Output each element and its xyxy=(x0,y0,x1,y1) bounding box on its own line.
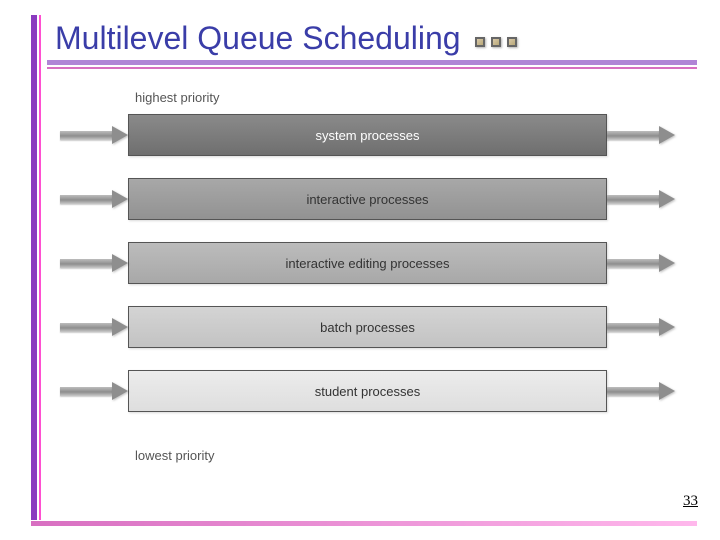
vertical-accent-pink xyxy=(39,15,41,520)
bottom-accent-bar xyxy=(31,521,697,526)
queue-row: batch processes xyxy=(60,304,675,350)
queue-label: interactive processes xyxy=(306,192,428,207)
queue-row: student processes xyxy=(60,368,675,414)
queue-row: system processes xyxy=(60,112,675,158)
lowest-priority-label: lowest priority xyxy=(135,448,214,463)
vertical-accent-purple xyxy=(31,15,37,520)
highest-priority-label: highest priority xyxy=(135,90,220,105)
title-underline-purple xyxy=(47,60,697,65)
arrow-out-icon xyxy=(607,385,675,397)
queue-box-interactive: interactive processes xyxy=(128,178,607,220)
arrow-out-icon xyxy=(607,129,675,141)
page-number: 33 xyxy=(683,493,698,510)
arrow-in-icon xyxy=(60,385,128,397)
queue-row: interactive processes xyxy=(60,176,675,222)
arrow-in-icon xyxy=(60,193,128,205)
queue-box-interactive-editing: interactive editing processes xyxy=(128,242,607,284)
arrow-in-icon xyxy=(60,129,128,141)
queue-list: system processes interactive processes xyxy=(60,112,675,432)
slide: Multilevel Queue Scheduling highest prio… xyxy=(0,0,720,540)
queue-label: batch processes xyxy=(320,320,415,335)
queue-row: interactive editing processes xyxy=(60,240,675,286)
queue-box-system: system processes xyxy=(128,114,607,156)
queue-label: interactive editing processes xyxy=(285,256,449,271)
title-bullets-icon xyxy=(475,37,517,47)
queue-label: system processes xyxy=(315,128,419,143)
arrow-in-icon xyxy=(60,321,128,333)
arrow-out-icon xyxy=(607,257,675,269)
slide-title: Multilevel Queue Scheduling xyxy=(55,20,461,57)
arrow-in-icon xyxy=(60,257,128,269)
arrow-out-icon xyxy=(607,321,675,333)
queue-box-student: student processes xyxy=(128,370,607,412)
title-underline-pink xyxy=(47,67,697,69)
arrow-out-icon xyxy=(607,193,675,205)
queue-label: student processes xyxy=(315,384,421,399)
queue-box-batch: batch processes xyxy=(128,306,607,348)
